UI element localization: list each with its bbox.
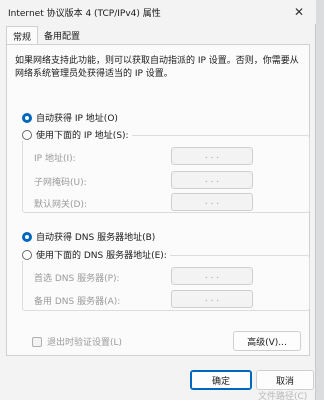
background-window-edge: [316, 0, 324, 400]
dns-auto-label: 自动获得 DNS 服务器地址(B): [36, 233, 156, 243]
window-title: Internet 协议版本 4 (TCP/IPv4) 属性: [8, 9, 161, 19]
radio-checked-icon: [22, 112, 32, 123]
ip-auto-label: 自动获得 IP 地址(O): [36, 114, 118, 124]
tab-general[interactable]: 常规: [6, 26, 39, 45]
advanced-button-label: 高级(V)...: [247, 337, 287, 348]
ip-auto-radio[interactable]: 自动获得 IP 地址(O): [22, 111, 118, 124]
validate-label: 退出时验证设置(L): [47, 338, 123, 348]
subnet-mask-dots: . . .: [204, 175, 220, 185]
subnet-mask-input[interactable]: . . .: [171, 171, 253, 189]
subnet-mask-label: 子网掩码(U):: [34, 178, 87, 188]
gateway-input[interactable]: . . .: [171, 193, 253, 211]
alternate-dns-input[interactable]: . . .: [171, 290, 253, 308]
description-text: 如果网络支持此功能，则可以获取自动指派的 IP 设置。否则，你需要从网络系统管理…: [15, 56, 299, 79]
advanced-button[interactable]: 高级(V)...: [233, 331, 301, 351]
ip-address-dots: . . .: [204, 151, 220, 161]
tab-alternate-config-label: 备用配置: [44, 31, 81, 42]
close-icon[interactable]: ✕: [286, 2, 312, 22]
dns-manual-label: 使用下面的 DNS 服务器地址(E):: [36, 251, 167, 261]
gateway-dots: . . .: [204, 197, 220, 207]
preferred-dns-dots: . . .: [204, 271, 220, 281]
ok-button-label: 确定: [211, 376, 230, 387]
radio-unchecked-icon: [22, 129, 32, 140]
ip-manual-label: 使用下面的 IP 地址(S):: [36, 131, 129, 141]
preferred-dns-label: 首选 DNS 服务器(P):: [34, 274, 120, 284]
ip-address-label: IP 地址(I):: [34, 154, 76, 164]
tab-general-label: 常规: [13, 32, 32, 43]
cancel-button[interactable]: 取消: [256, 370, 314, 390]
validate-checkbox[interactable]: 退出时验证设置(L): [32, 335, 122, 348]
ip-address-input[interactable]: . . .: [171, 147, 253, 165]
radio-checked-icon: [22, 231, 32, 242]
tab-alternate-config[interactable]: 备用配置: [38, 26, 86, 44]
ok-button[interactable]: 确定: [190, 370, 252, 390]
preferred-dns-input[interactable]: . . .: [171, 267, 253, 285]
dns-manual-radio[interactable]: 使用下面的 DNS 服务器地址(E):: [22, 248, 170, 261]
dns-auto-radio[interactable]: 自动获得 DNS 服务器地址(B): [22, 230, 155, 243]
dialog-window: Internet 协议版本 4 (TCP/IPv4) 属性 ✕ 常规 备用配置 …: [0, 0, 316, 400]
cancel-button-label: 取消: [275, 376, 294, 387]
alternate-dns-dots: . . .: [204, 294, 220, 304]
title-bar[interactable]: Internet 协议版本 4 (TCP/IPv4) 属性 ✕: [0, 0, 316, 24]
alternate-dns-label: 备用 DNS 服务器(A):: [34, 297, 121, 307]
ip-manual-radio[interactable]: 使用下面的 IP 地址(S):: [22, 128, 132, 141]
checkbox-icon: [32, 336, 42, 347]
background-text: 文件路径(C): [258, 392, 308, 400]
radio-unchecked-icon: [22, 249, 32, 260]
gateway-label: 默认网关(D):: [34, 200, 87, 210]
